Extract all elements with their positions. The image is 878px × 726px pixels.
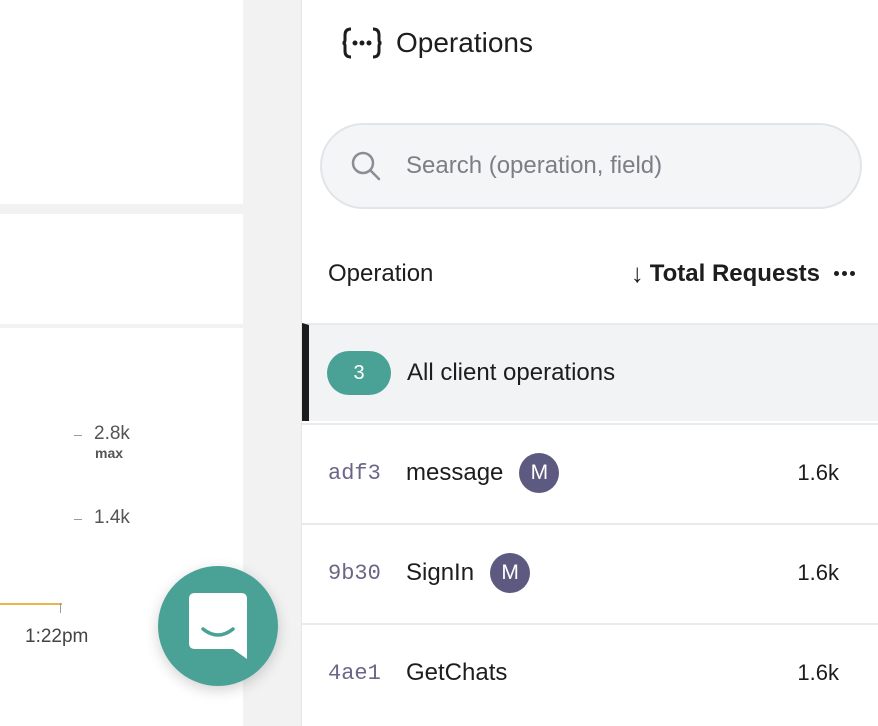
- operation-id: adf3: [328, 460, 381, 486]
- x-axis-time-label: 1:22pm: [25, 626, 89, 647]
- operation-name: message: [406, 459, 504, 486]
- chart-card-top: [0, 0, 243, 204]
- chat-icon: [189, 593, 247, 659]
- more-options-icon[interactable]: [834, 271, 855, 276]
- operation-name: SignIn: [406, 559, 475, 586]
- operation-name: GetChats: [406, 659, 508, 686]
- column-header-total-requests[interactable]: ↓ Total Requests: [631, 258, 855, 289]
- table-header: Operation ↓ Total Requests: [302, 250, 878, 300]
- operation-id: 4ae1: [328, 660, 381, 686]
- column-header-operation[interactable]: Operation: [328, 260, 433, 288]
- y-axis-tick-mid: [74, 519, 82, 520]
- operation-row-9b30[interactable]: 9b30 SignIn M 1.6k: [302, 523, 878, 621]
- chart-series-line: [0, 603, 62, 605]
- operation-id: 9b30: [328, 560, 381, 586]
- search-input[interactable]: [406, 152, 826, 180]
- search-icon: [351, 151, 381, 181]
- all-operations-row[interactable]: 3 All client operations: [302, 323, 878, 421]
- mutation-badge: M: [519, 453, 560, 493]
- operation-requests: 1.6k: [797, 460, 839, 485]
- mutation-badge: M: [490, 553, 531, 593]
- operation-requests: 1.6k: [797, 660, 839, 685]
- operation-requests: 1.6k: [797, 560, 839, 585]
- panel-title: Operations: [396, 27, 533, 58]
- operations-header: Operations: [342, 26, 533, 60]
- all-operations-label: All client operations: [407, 359, 616, 386]
- y-axis-label-max: 2.8k: [94, 423, 130, 444]
- search-box[interactable]: [320, 123, 862, 209]
- x-axis-tick: [60, 603, 61, 613]
- graphql-operations-icon: [342, 27, 382, 59]
- chart-card-middle: [0, 214, 243, 324]
- y-axis-tick-max: [74, 435, 82, 436]
- chat-launcher-button[interactable]: [158, 566, 278, 686]
- operation-row-adf3[interactable]: adf3 message M 1.6k: [302, 423, 878, 521]
- y-axis-label-mid: 1.4k: [94, 507, 130, 528]
- column-header-total-requests-label: Total Requests: [649, 259, 820, 287]
- operation-count-badge: 3: [327, 351, 391, 395]
- sort-descending-icon: ↓: [630, 258, 644, 288]
- y-axis-max-caption: max: [95, 445, 124, 461]
- operation-row-4ae1[interactable]: 4ae1 GetChats 1.6k: [302, 623, 878, 721]
- operations-panel: Operations Operation ↓ Total Requests 3 …: [301, 0, 878, 726]
